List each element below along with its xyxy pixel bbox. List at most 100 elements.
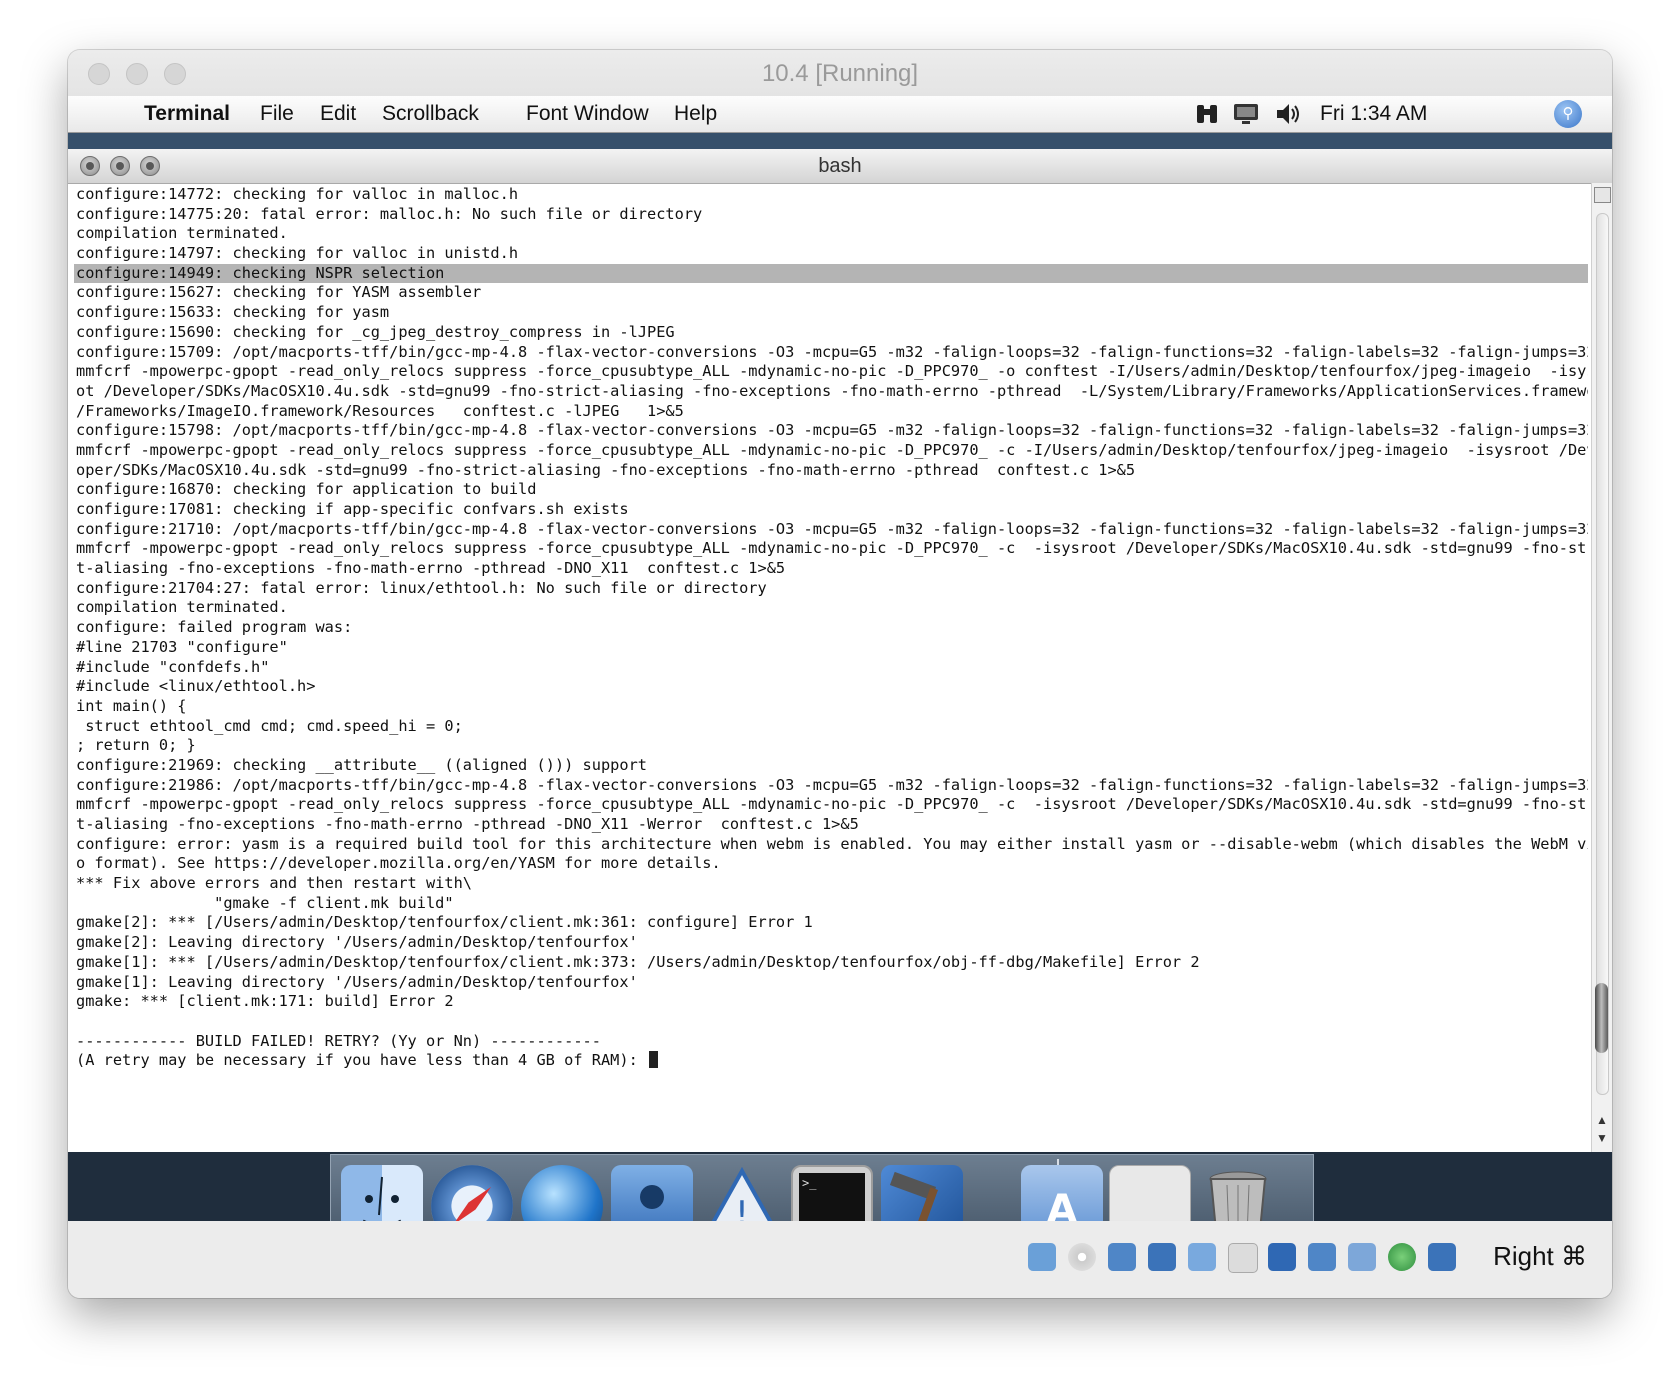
terminal-line: /Frameworks/ImageIO.framework/Resources …: [76, 401, 684, 420]
scrollbar-thumb[interactable]: [1595, 983, 1608, 1053]
xcode-icon[interactable]: [881, 1165, 963, 1221]
terminal-line: gmake[1]: *** [/Users/admin/Desktop/tenf…: [76, 952, 1200, 971]
terminal-line: t-aliasing -fno-exceptions -fno-math-err…: [76, 559, 786, 578]
menu-window[interactable]: Window: [574, 102, 649, 126]
terminal-line: int main() {: [76, 696, 187, 715]
terminal-line: compilation terminated.: [76, 598, 288, 617]
terminal-output[interactable]: configure:14772: checking for valloc in …: [74, 185, 1588, 1147]
console-icon[interactable]: !: [701, 1165, 783, 1221]
network-icon[interactable]: [1148, 1243, 1176, 1271]
menu-help[interactable]: Help: [674, 102, 717, 126]
terminal-line: configure:14772: checking for valloc in …: [76, 185, 519, 203]
terminal-title: bash: [818, 155, 862, 177]
terminal-line: configure: error: yasm is a required bui…: [76, 834, 1588, 853]
terminal-line: configure:21969: checking __attribute__ …: [76, 755, 647, 774]
guest-additions-icon[interactable]: [1388, 1243, 1416, 1271]
shared-folders-icon[interactable]: [1228, 1243, 1258, 1273]
menu-app-name[interactable]: Terminal: [144, 102, 230, 126]
dock: ! >_ A: [330, 1154, 1314, 1221]
terminal-line: configure:21986: /opt/macports-tff/bin/g…: [76, 775, 1588, 794]
display-settings-icon[interactable]: [1268, 1243, 1296, 1271]
terminal-line: gmake: *** [client.mk:171: build] Error …: [76, 992, 454, 1011]
menu-scrollback[interactable]: Scrollback: [382, 102, 479, 126]
terminal-line: oper/SDKs/MacOSX10.4u.sdk -std=gnu99 -fn…: [76, 460, 1136, 479]
terminal-line: configure:14797: checking for valloc in …: [76, 244, 519, 263]
terminal-line: (A retry may be necessary if you have le…: [74, 1051, 1588, 1071]
terminal-scrollbar[interactable]: ▲ ▼: [1591, 183, 1612, 1152]
vt-x-icon[interactable]: [1348, 1243, 1376, 1271]
spotlight-icon[interactable]: ⚲: [1554, 100, 1582, 128]
terminal-line: mmfcrf -mpowerpc-gpopt -read_only_relocs…: [76, 539, 1588, 558]
usb-icon[interactable]: [1188, 1243, 1216, 1271]
terminal-line: configure:16870: checking for applicatio…: [76, 480, 537, 499]
svg-text:!: !: [735, 1194, 749, 1221]
terminal-line: gmake[2]: Leaving directory '/Users/admi…: [76, 933, 638, 952]
terminal-line: configure:15633: checking for yasm: [76, 303, 390, 322]
terminal-line: #include "confdefs.h": [76, 657, 270, 676]
text-cursor: [649, 1051, 658, 1069]
scrollbar-track[interactable]: [1596, 213, 1609, 1095]
terminal-line: configure:14775:20: fatal error: malloc.…: [76, 204, 703, 223]
terminal-line: ot /Developer/SDKs/MacOSX10.4u.sdk -std=…: [76, 381, 1588, 400]
terminal-line: configure:15690: checking for _cg_jpeg_d…: [76, 322, 675, 341]
terminal-line: compilation terminated.: [76, 224, 288, 243]
applications-folder-icon[interactable]: A: [1021, 1165, 1103, 1221]
menu-edit[interactable]: Edit: [320, 102, 356, 126]
host-key-label: Right ⌘: [1493, 1241, 1587, 1271]
split-pane-icon[interactable]: [1594, 187, 1611, 203]
terminal-line: mmfcrf -mpowerpc-gpopt -read_only_relocs…: [76, 362, 1588, 381]
hard-disk-icon[interactable]: [1028, 1243, 1056, 1271]
volume-icon[interactable]: [1274, 101, 1302, 127]
terminal-window: bash configure:14772: checking for vallo…: [68, 149, 1612, 1152]
terminal-line: mmfcrf -mpowerpc-gpopt -read_only_relocs…: [76, 440, 1588, 459]
vbox-statusbar: Right ⌘: [68, 1221, 1612, 1298]
terminal-line: configure:15709: /opt/macports-tff/bin/g…: [76, 342, 1588, 361]
terminal-line: o format). See https://developer.mozilla…: [76, 854, 721, 873]
finder-icon[interactable]: [341, 1165, 423, 1221]
terminal-line: configure: failed program was:: [76, 618, 353, 637]
terminal-titlebar[interactable]: bash: [68, 149, 1612, 184]
mouse-integration-icon[interactable]: [1428, 1243, 1456, 1271]
terminal-line: "gmake -f client.mk build": [76, 893, 454, 912]
menu-font[interactable]: Font: [526, 102, 568, 126]
window-title: 10.4 [Running]: [761, 60, 919, 87]
optical-drive-icon[interactable]: [1068, 1243, 1096, 1271]
svg-text:A: A: [1047, 1187, 1078, 1221]
terminal-line: configure:21710: /opt/macports-tff/bin/g…: [76, 519, 1588, 538]
terminal-icon[interactable]: >_: [791, 1165, 873, 1221]
terminal-line: ; return 0; }: [76, 736, 196, 755]
terminal-line: *** Fix above errors and then restart wi…: [76, 874, 473, 893]
safari-icon[interactable]: [431, 1165, 513, 1221]
user-accounts-icon[interactable]: [611, 1165, 693, 1221]
network-globe-icon[interactable]: [521, 1165, 603, 1221]
document-stack-icon[interactable]: [1109, 1165, 1191, 1221]
video-capture-icon[interactable]: [1308, 1243, 1336, 1271]
binoculars-icon[interactable]: [1194, 101, 1220, 127]
terminal-line: configure:15627: checking for YASM assem…: [76, 283, 482, 302]
terminal-line: #include <linux/ethtool.h>: [76, 677, 316, 696]
terminal-line: struct ethtool_cmd cmd; cmd.speed_hi = 0…: [76, 716, 463, 735]
terminal-line: t-aliasing -fno-exceptions -fno-math-err…: [76, 815, 859, 833]
terminal-line: ------------ BUILD FAILED! RETRY? (Yy or…: [76, 1031, 601, 1050]
terminal-line: configure:15798: /opt/macports-tff/bin/g…: [76, 421, 1588, 440]
scroll-up-arrow-icon[interactable]: ▲: [1595, 1113, 1609, 1129]
trash-icon[interactable]: [1197, 1165, 1279, 1221]
menu-clock[interactable]: Fri 1:34 AM: [1320, 102, 1427, 126]
terminal-line: gmake[2]: *** [/Users/admin/Desktop/tenf…: [76, 913, 813, 932]
terminal-line: configure:17081: checking if app-specifi…: [76, 500, 629, 518]
menu-file[interactable]: File: [260, 102, 294, 126]
prompt-text: (A retry may be necessary if you have le…: [76, 1051, 647, 1070]
terminal-line: #line 21703 "configure": [76, 637, 288, 656]
terminal-line: gmake[1]: Leaving directory '/Users/admi…: [76, 972, 638, 991]
terminal-line: configure:21704:27: fatal error: linux/e…: [76, 578, 767, 597]
menu-bar: Terminal File Edit Scrollback Font Windo…: [68, 96, 1612, 133]
scroll-down-arrow-icon[interactable]: ▼: [1595, 1131, 1609, 1147]
audio-icon[interactable]: [1108, 1243, 1136, 1271]
terminal-line: configure:14949: checking NSPR selection: [74, 263, 1588, 284]
window-titlebar[interactable]: 10.4 [Running]: [68, 50, 1612, 96]
terminal-line: mmfcrf -mpowerpc-gpopt -read_only_relocs…: [76, 795, 1588, 814]
guest-screen: Terminal File Edit Scrollback Font Windo…: [68, 96, 1612, 1221]
display-icon[interactable]: [1232, 101, 1260, 127]
virtualbox-window: 10.4 [Running] Terminal File Edit Scroll…: [68, 50, 1612, 1298]
